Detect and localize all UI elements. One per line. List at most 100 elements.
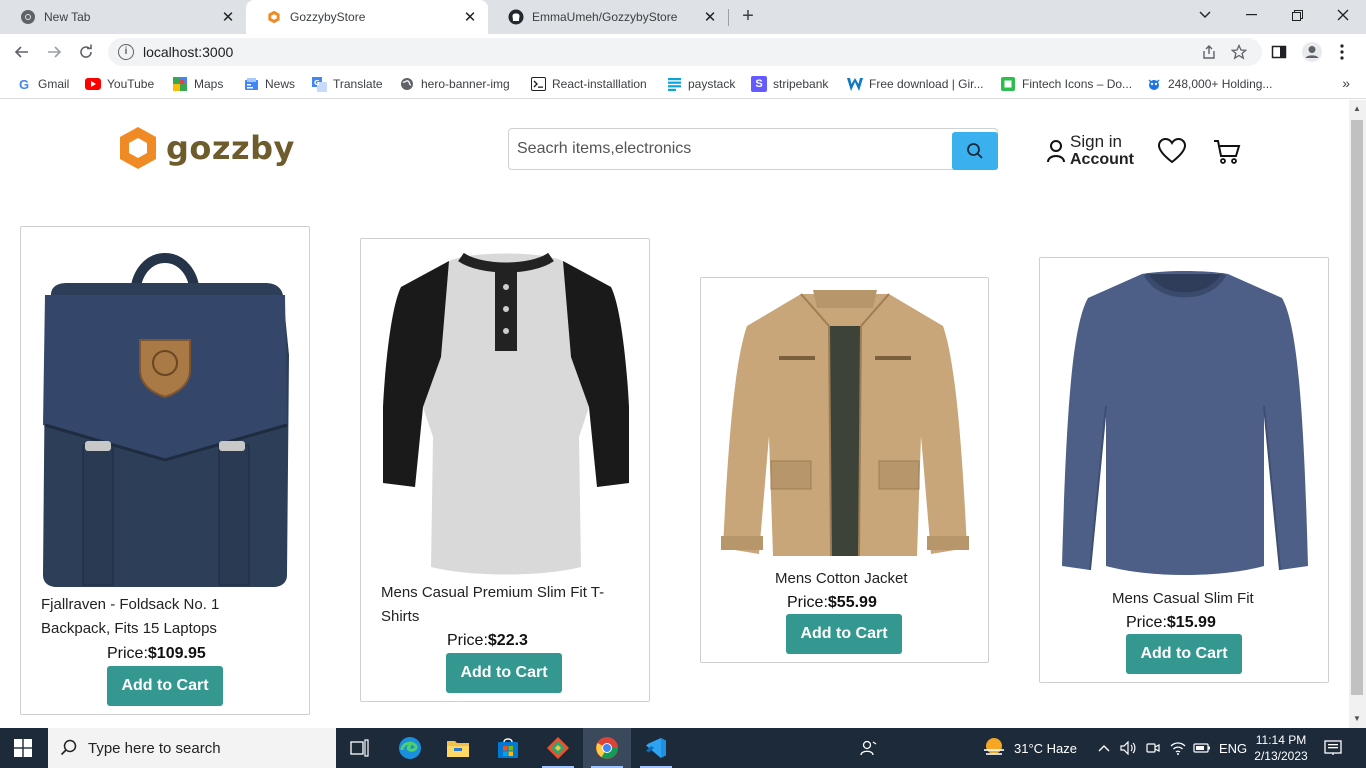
bookmark-fintech-icons[interactable]: Fintech Icons – Do... [1000, 75, 1132, 93]
product-name[interactable]: Fjallraven - Foldsack No. 1 Backpack, Fi… [41, 593, 291, 641]
scroll-down-arrow-icon[interactable]: ▼ [1353, 714, 1361, 723]
close-tab-icon[interactable]: ✕ [460, 7, 480, 27]
search-icon [967, 143, 983, 159]
wishlist-heart-icon[interactable] [1157, 137, 1187, 169]
product-card[interactable]: Mens Cotton Jacket Price:$55.99 Add to C… [700, 277, 989, 663]
reload-icon[interactable] [72, 38, 100, 66]
product-name[interactable]: Mens Cotton Jacket [775, 567, 975, 591]
product-card[interactable]: Mens Casual Premium Slim Fit T-Shirts Pr… [360, 238, 650, 702]
product-card[interactable]: Fjallraven - Foldsack No. 1 Backpack, Fi… [20, 226, 310, 715]
windows-taskbar: Type here to search 31°C Haze ENG 11:14 … [0, 728, 1366, 768]
search-bar [508, 128, 998, 170]
side-panel-icon[interactable] [1267, 40, 1291, 64]
scroll-up-arrow-icon[interactable]: ▲ [1353, 104, 1361, 113]
bookmark-translate[interactable]: G Translate [311, 75, 383, 93]
chrome-icon [20, 9, 36, 25]
close-window-button[interactable] [1320, 0, 1366, 30]
weather-haze-icon [984, 738, 1004, 755]
green-square-icon [1000, 76, 1016, 92]
page-scrollbar[interactable]: ▲ ▼ [1349, 100, 1366, 728]
tab-separator [728, 9, 729, 26]
bookmark-label: News [265, 77, 296, 91]
bookmark-label: Gmail [38, 77, 70, 91]
forward-arrow-icon[interactable] [40, 38, 68, 66]
task-view-icon[interactable] [336, 728, 384, 768]
sign-in-account[interactable]: Sign in Account [1046, 133, 1134, 169]
bookmark-label: Free download | Gir... [869, 77, 984, 91]
search-button[interactable] [952, 132, 998, 170]
restore-button[interactable] [1274, 0, 1320, 30]
notifications-icon[interactable] [1324, 728, 1342, 768]
site-info-icon[interactable]: i [118, 44, 134, 60]
new-tab-button[interactable]: + [737, 6, 759, 28]
taskbar-search-box[interactable]: Type here to search [48, 728, 336, 768]
close-tab-icon[interactable]: ✕ [218, 7, 238, 27]
product-name[interactable]: Mens Casual Premium Slim Fit T-Shirts [381, 581, 631, 629]
close-tab-icon[interactable]: ✕ [700, 7, 720, 27]
language-indicator[interactable]: ENG [1219, 728, 1247, 768]
url-text[interactable]: localhost:3000 [143, 44, 233, 60]
add-to-cart-button[interactable]: Add to Cart [107, 666, 223, 706]
raglan-tshirt-image [383, 252, 629, 575]
bookmark-react-installation[interactable]: React-installlation [530, 75, 647, 93]
cart-icon[interactable] [1213, 138, 1241, 171]
edge-browser-icon[interactable] [386, 728, 434, 768]
kebab-menu-icon[interactable] [1330, 40, 1354, 64]
bookmark-free-download[interactable]: Free download | Gir... [847, 75, 984, 93]
bookmark-gmail[interactable]: G Gmail [16, 75, 69, 93]
tab-github[interactable]: EmmaUmeh/GozzybyStore ✕ [488, 0, 728, 34]
profile-avatar-icon[interactable] [1300, 40, 1324, 64]
bookmark-news[interactable]: News [243, 75, 295, 93]
bookmarks-overflow-chevron-icon[interactable]: » [1342, 75, 1350, 91]
tab-search-chevron-icon[interactable] [1182, 0, 1228, 30]
bookmark-holding[interactable]: 248,000+ Holding... [1146, 75, 1272, 93]
scroll-thumb[interactable] [1351, 120, 1363, 695]
minimize-button[interactable] [1228, 0, 1274, 30]
bookmark-hero-banner-img[interactable]: hero-banner-img [399, 75, 510, 93]
bookmark-youtube[interactable]: YouTube [85, 75, 154, 93]
search-input[interactable] [517, 137, 947, 161]
site-logo[interactable]: gozzby [118, 126, 295, 170]
product-name[interactable]: Mens Casual Slim Fit [1112, 587, 1312, 611]
clock-date: 2/13/2023 [1254, 749, 1308, 763]
user-icon [1047, 140, 1065, 163]
bookmark-star-icon[interactable] [1230, 43, 1248, 61]
bookmark-stripebank[interactable]: S stripebank [751, 75, 828, 93]
bookmark-label: 248,000+ Holding... [1168, 77, 1273, 91]
back-arrow-icon[interactable] [8, 38, 36, 66]
slim-fit-sweater-image [1062, 271, 1308, 575]
product-price: Price:$22.3 [447, 632, 528, 649]
bookmark-maps[interactable]: Maps [172, 75, 223, 93]
battery-icon[interactable] [1193, 728, 1211, 768]
add-to-cart-button[interactable]: Add to Cart [1126, 634, 1242, 674]
windows-start-icon[interactable] [14, 739, 32, 757]
browser-toolbar: i localhost:3000 [0, 34, 1366, 70]
wifi-icon[interactable] [1170, 728, 1186, 768]
add-to-cart-button[interactable]: Add to Cart [786, 614, 902, 654]
microsoft-store-icon[interactable] [484, 728, 532, 768]
tab-gozzbystore[interactable]: GozzybyStore ✕ [246, 0, 488, 34]
weather-text: 31°C Haze [1014, 740, 1078, 756]
git-kraken-icon[interactable] [534, 728, 582, 768]
people-icon[interactable] [860, 728, 878, 768]
file-explorer-icon[interactable] [434, 728, 482, 768]
news-icon [243, 76, 259, 92]
logo-text: gozzby [166, 129, 295, 167]
address-bar[interactable]: i localhost:3000 [108, 38, 1262, 66]
product-card[interactable]: Mens Casual Slim Fit Price:$15.99 Add to… [1039, 257, 1329, 683]
svg-text:G: G [314, 79, 320, 87]
meet-now-icon[interactable] [1146, 728, 1160, 768]
globe-icon [399, 76, 415, 92]
bookmark-paystack[interactable]: paystack [666, 75, 735, 93]
add-to-cart-button[interactable]: Add to Cart [446, 653, 562, 693]
backpack-image [43, 253, 289, 587]
vscode-icon[interactable] [632, 728, 680, 768]
tray-chevron-up-icon[interactable] [1098, 728, 1110, 768]
product-price: Price:$109.95 [107, 645, 206, 662]
chrome-taskbar-icon[interactable] [583, 728, 631, 768]
share-icon[interactable] [1200, 43, 1218, 61]
weather-widget[interactable]: 31°C Haze [982, 728, 1077, 768]
taskbar-clock[interactable]: 11:14 PM 2/13/2023 [1250, 732, 1312, 764]
volume-icon[interactable] [1120, 728, 1136, 768]
tab-new-tab[interactable]: New Tab ✕ [0, 0, 246, 34]
